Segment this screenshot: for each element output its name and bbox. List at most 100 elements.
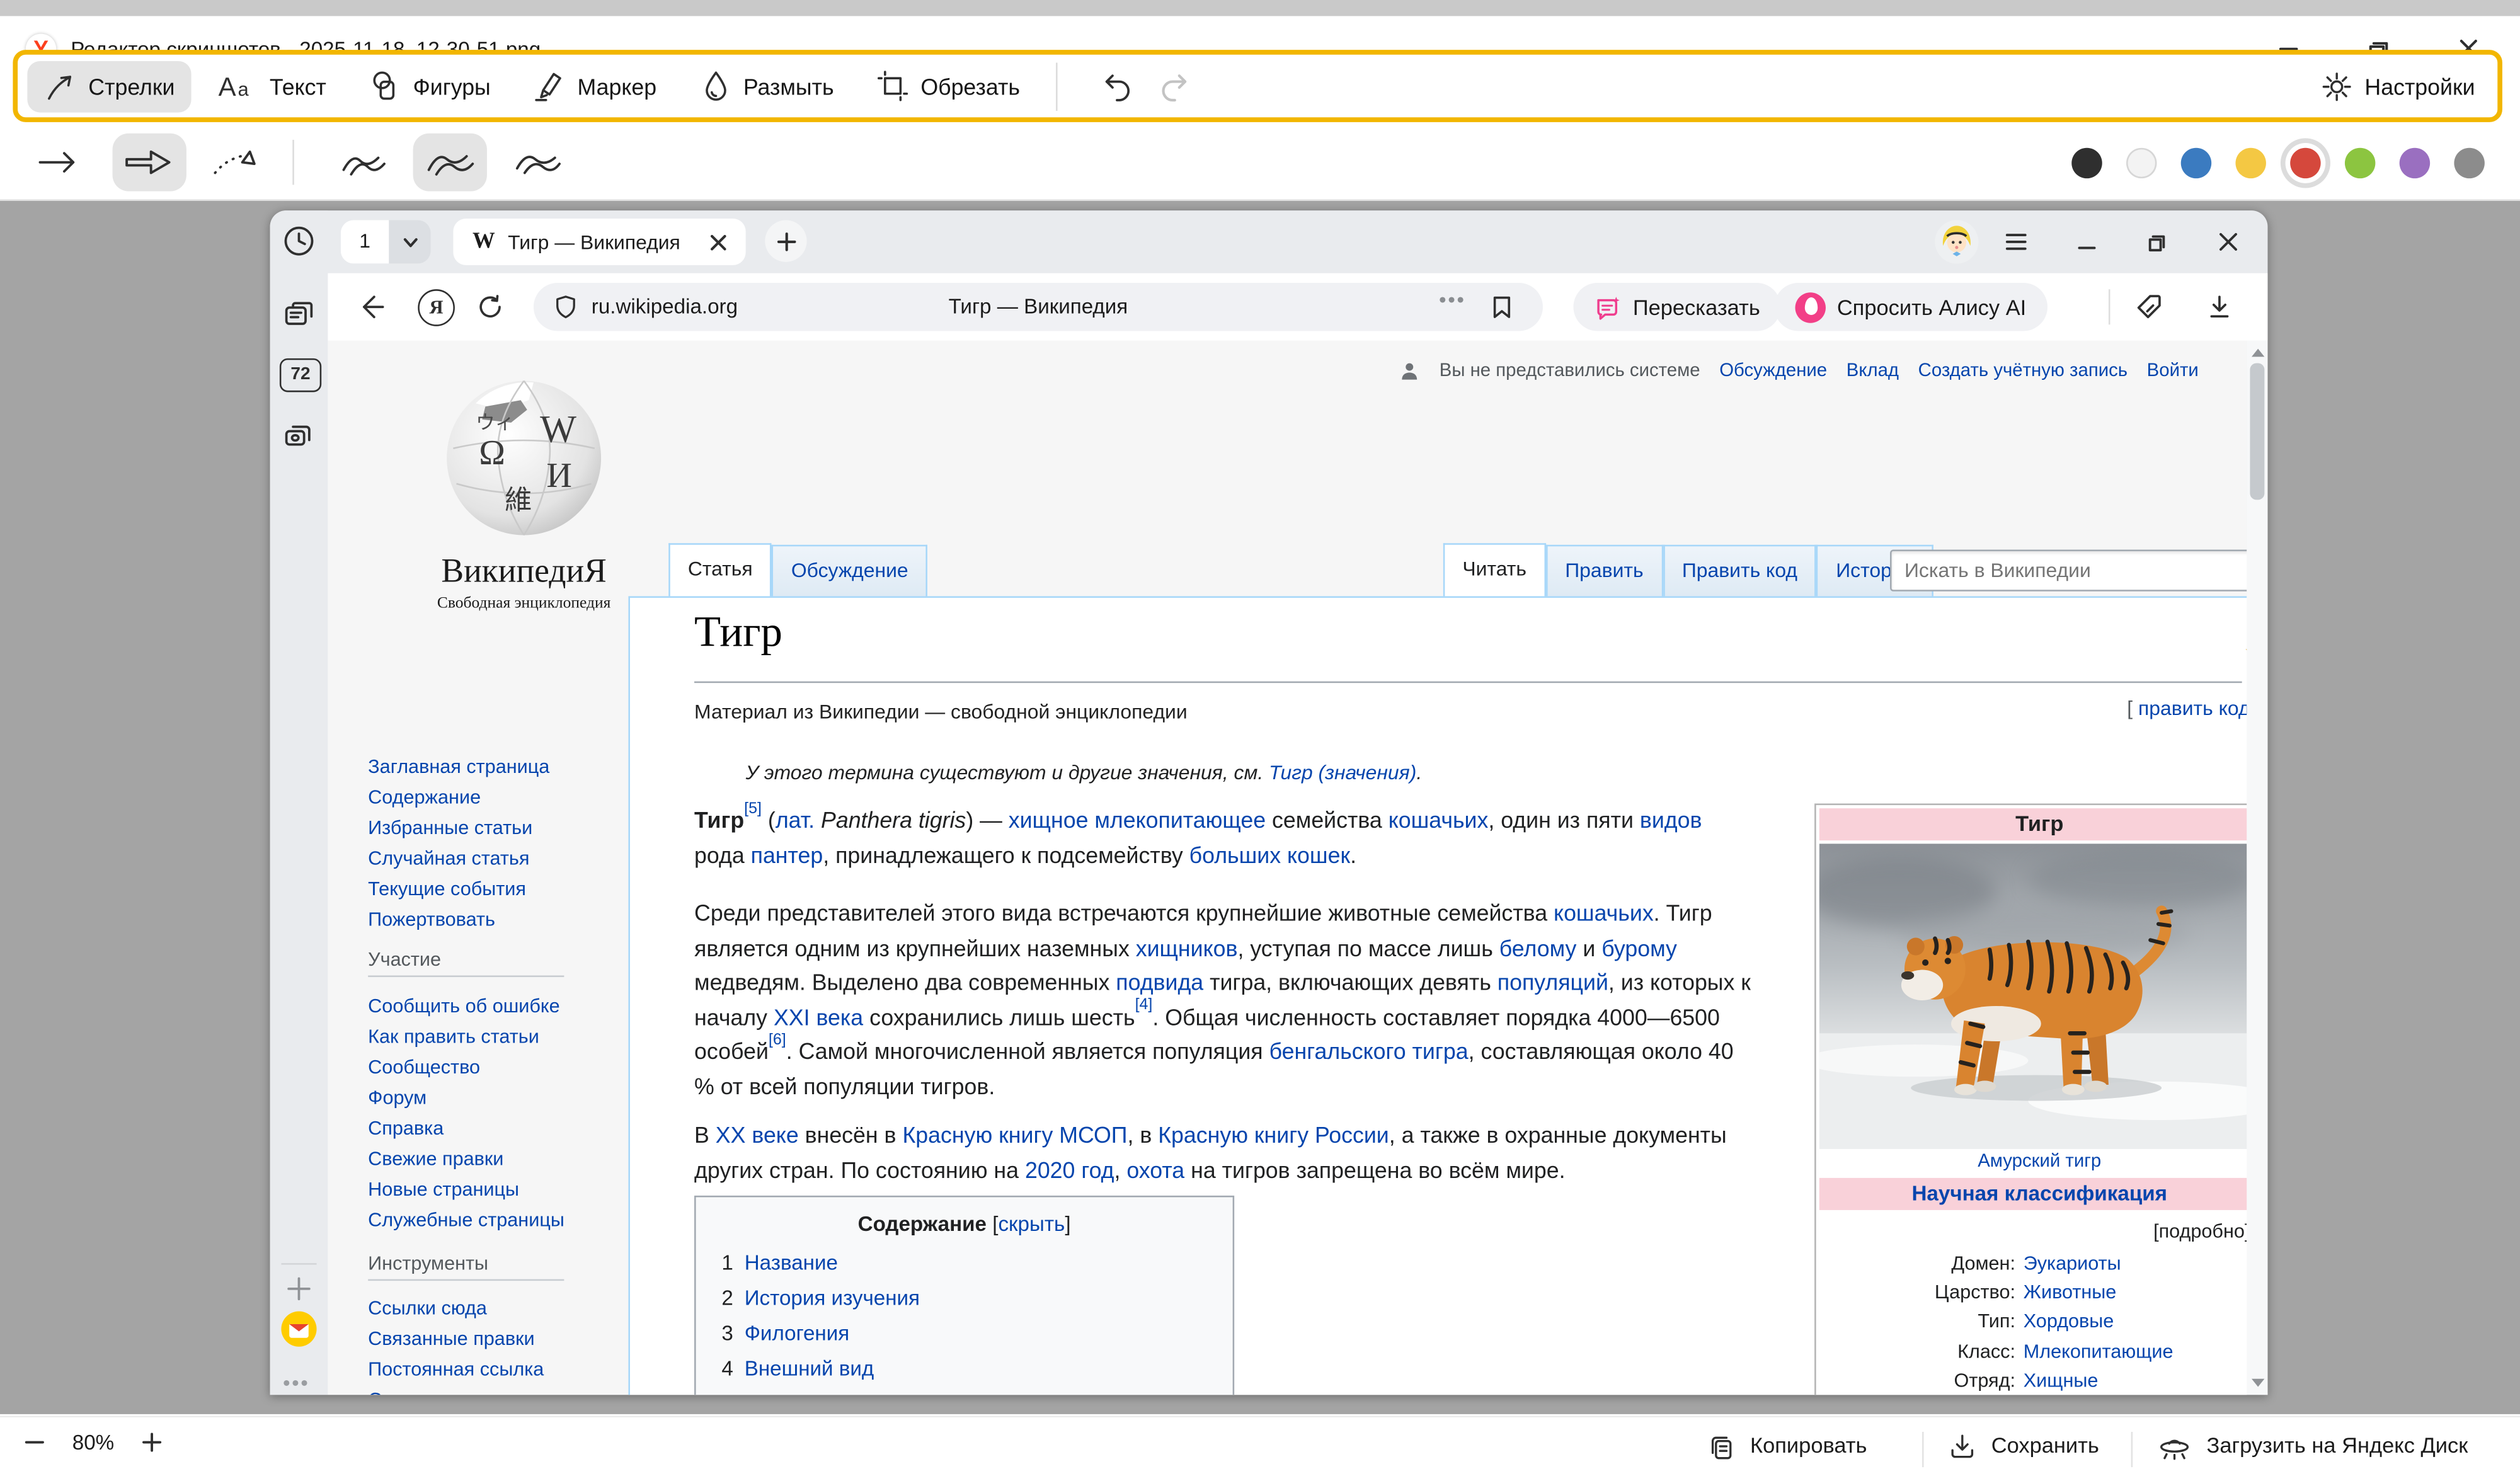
back-icon[interactable] [357, 292, 386, 321]
toc-item[interactable]: 4Внешний вид [721, 1351, 1232, 1387]
copy-button[interactable]: Копировать [1707, 1431, 1867, 1460]
omnibox[interactable]: ru.wikipedia.org Тигр — Википедия ••• [534, 283, 1543, 331]
toc-item[interactable]: 1Название [721, 1245, 1232, 1281]
scroll-up-arrow[interactable] [2252, 349, 2264, 357]
toc-hide-link[interactable]: скрыть [998, 1211, 1065, 1235]
yandex-mail-icon[interactable] [281, 1312, 316, 1347]
wiki-nav-item[interactable]: Сообщить об ошибке [368, 992, 564, 1022]
tab-counter[interactable]: 1 [341, 220, 431, 263]
arrow-style-plain[interactable] [26, 134, 100, 192]
tool-crop[interactable]: Обрезать [859, 60, 1036, 112]
wiki-inline-link[interactable]: 2020 год [1025, 1156, 1114, 1182]
taxobox-details-link[interactable]: [подробно] [1816, 1213, 2247, 1245]
taxobox-classification-header[interactable]: Научная классификация [1819, 1178, 2247, 1210]
wiki-nav-item[interactable]: Связанные правки [368, 1324, 561, 1354]
user-link-login[interactable]: Войти [2147, 362, 2199, 381]
wiki-inline-link[interactable]: [6] [769, 1032, 786, 1049]
tab-list-chevron[interactable] [389, 220, 430, 263]
taxobox-image-caption[interactable]: Амурский тигр [1816, 1152, 2247, 1172]
arrow-style-bold[interactable] [113, 134, 186, 192]
wiki-inline-link[interactable]: кошачьих [1389, 807, 1489, 833]
arrow-style-dotted[interactable] [199, 134, 273, 192]
wiki-search-box[interactable] [1890, 549, 2247, 591]
wiki-inline-link[interactable]: белому [1499, 934, 1577, 960]
stroke-width-medium[interactable] [413, 134, 487, 192]
scroll-down-arrow[interactable] [2252, 1379, 2264, 1387]
wiki-tab[interactable]: Обсуждение [772, 545, 927, 597]
bookmark-icon[interactable] [1490, 294, 1514, 320]
tag-icon[interactable] [2134, 292, 2163, 321]
wiki-nav-item[interactable]: Сообщество [368, 1053, 564, 1083]
browser-menu-icon[interactable] [2003, 228, 2030, 255]
weather-badge[interactable]: 72 [280, 358, 321, 392]
wiki-inline-link[interactable]: хищное млекопитающее [1009, 807, 1266, 833]
user-link-contrib[interactable]: Вклад [1847, 362, 1899, 381]
toc-item[interactable]: 3Филогения [721, 1316, 1232, 1351]
color-swatch-black[interactable] [2071, 147, 2102, 177]
toc-item[interactable]: 5Распространение [721, 1387, 1232, 1395]
editor-canvas[interactable]: 72 ••• 1 W Тигр — Википедия [0, 201, 2520, 1414]
color-swatch-green[interactable] [2345, 147, 2375, 177]
undo-button[interactable] [1099, 68, 1134, 103]
wikipedia-logo[interactable]: W И Ω 維 ウィ ВикипедиЯ Свободная энциклопе… [403, 368, 644, 612]
screenshot-tool-icon[interactable] [281, 420, 316, 455]
download-icon[interactable] [2205, 292, 2234, 321]
tab-close-icon[interactable] [709, 232, 728, 252]
tiger-photo[interactable] [1819, 843, 2247, 1149]
wiki-nav-item[interactable]: Избранные статьи [368, 813, 549, 843]
browser-restore-button[interactable] [2144, 228, 2171, 255]
yandex-services-icon[interactable]: Я [418, 289, 455, 326]
wiki-search-input[interactable] [1901, 554, 2247, 586]
wiki-inline-link[interactable]: [4] [1135, 997, 1153, 1015]
upload-to-disk-button[interactable]: Загрузить на Яндекс Диск [2156, 1431, 2468, 1460]
wiki-nav-item[interactable]: Справка [368, 1114, 564, 1144]
browser-tab-active[interactable]: W Тигр — Википедия [453, 219, 745, 265]
wiki-inline-link[interactable]: видов [1640, 807, 1702, 833]
wiki-inline-link[interactable]: XXI века [774, 1004, 863, 1029]
tool-marker[interactable]: Маркер [517, 60, 673, 112]
color-swatch-blue[interactable] [2181, 147, 2211, 177]
toc-item[interactable]: 2История изучения [721, 1281, 1232, 1316]
tool-blur[interactable]: Размыть [682, 60, 850, 112]
wiki-nav-item[interactable]: Текущие события [368, 874, 549, 905]
wiki-nav-item[interactable]: Свежие правки [368, 1144, 564, 1174]
wiki-nav-item[interactable]: Новые страницы [368, 1175, 564, 1205]
wiki-nav-item[interactable]: Заглавная страница [368, 752, 549, 782]
tool-text[interactable]: Aa Текст [200, 60, 342, 112]
wiki-inline-link[interactable]: больших кошек [1189, 841, 1350, 867]
wiki-inline-link[interactable]: Тигр (значения) [1269, 762, 1416, 784]
settings-button[interactable]: Настройки [2322, 70, 2475, 102]
profile-avatar[interactable] [1935, 220, 1978, 263]
wiki-tab[interactable]: Статья [668, 543, 772, 596]
new-tab-button[interactable] [765, 220, 806, 261]
ask-alice-button[interactable]: Спросить Алису AI [1774, 283, 2047, 331]
stroke-width-thick[interactable] [500, 134, 573, 192]
redo-button[interactable] [1157, 68, 1192, 103]
wiki-tab[interactable]: Читать [1443, 543, 1546, 596]
wiki-tab[interactable]: Править [1546, 545, 1663, 597]
wiki-inline-link[interactable]: бурому [1601, 934, 1677, 960]
page-scrollbar[interactable] [2247, 341, 2267, 1395]
wiki-inline-link[interactable]: Красную книгу МСОП [902, 1122, 1127, 1148]
wiki-nav-item[interactable]: Пожертвовать [368, 905, 549, 935]
wiki-inline-link[interactable]: охота [1126, 1156, 1184, 1182]
browser-minimize-button[interactable] [2073, 228, 2100, 255]
wiki-nav-item[interactable]: Сведения о странице [368, 1385, 561, 1395]
wiki-nav-item[interactable]: Ссылки сюда [368, 1294, 561, 1324]
browser-close-button[interactable] [2214, 228, 2242, 255]
tool-arrows[interactable]: Стрелки [27, 60, 191, 112]
color-swatch-white[interactable] [2126, 147, 2156, 177]
save-button[interactable]: Сохранить [1948, 1431, 2099, 1460]
wiki-nav-item[interactable]: Постоянная ссылка [368, 1355, 561, 1385]
wiki-nav-item[interactable]: Содержание [368, 782, 549, 813]
color-swatch-gray[interactable] [2454, 147, 2484, 177]
more-options-icon[interactable]: ••• [283, 1371, 309, 1395]
add-panel-icon[interactable] [281, 1271, 316, 1307]
color-swatch-yellow[interactable] [2235, 147, 2265, 177]
user-link-create-account[interactable]: Создать учётную запись [1918, 362, 2128, 381]
feed-panel-icon[interactable] [281, 297, 316, 333]
omnibox-more-icon[interactable]: ••• [1439, 288, 1465, 312]
color-swatch-purple[interactable] [2400, 147, 2430, 177]
wiki-inline-link[interactable]: Красную книгу России [1158, 1122, 1389, 1148]
wiki-inline-link[interactable]: бенгальского тигра [1269, 1038, 1469, 1064]
